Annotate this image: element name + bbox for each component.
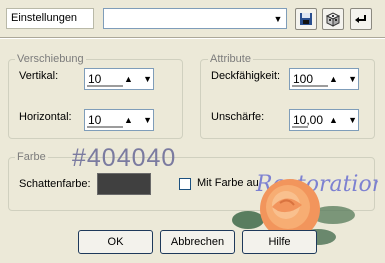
- floppy-disk-icon: [300, 13, 312, 25]
- help-button-label: Hilfe: [268, 236, 291, 248]
- dice-icon: [325, 12, 341, 27]
- attribute-group-title: Attribute: [208, 53, 253, 65]
- color-hex-overlay: #404040: [72, 144, 177, 172]
- spin-up-icon[interactable]: ▲: [124, 115, 133, 125]
- horizontal-spin-controls[interactable]: ▲ ▼: [124, 111, 152, 129]
- fill-color-checkbox[interactable]: [179, 178, 191, 190]
- horizontal-slider-bar[interactable]: [87, 126, 123, 128]
- spin-down-icon[interactable]: ▼: [348, 115, 357, 125]
- cancel-button[interactable]: Abbrechen: [160, 230, 235, 254]
- undo-arrow-icon: [355, 15, 366, 23]
- blur-slider-bar[interactable]: [292, 126, 308, 128]
- presets-button-label: Einstellungen: [11, 12, 78, 24]
- toolbar-divider-highlight: [0, 38, 385, 39]
- blur-value: 10,00: [293, 113, 324, 127]
- chevron-down-icon[interactable]: ▼: [270, 9, 286, 28]
- save-preset-button[interactable]: [295, 8, 317, 30]
- spin-up-icon[interactable]: ▲: [329, 115, 338, 125]
- spin-down-icon[interactable]: ▼: [348, 74, 357, 84]
- opacity-label: Deckfähigkeit:: [211, 70, 281, 82]
- color-group-title: Farbe: [15, 151, 48, 163]
- spin-down-icon[interactable]: ▼: [143, 74, 152, 84]
- vertical-label: Vertikal:: [19, 70, 59, 82]
- randomize-button[interactable]: [322, 8, 344, 30]
- spin-up-icon[interactable]: ▲: [124, 74, 133, 84]
- blur-spinner[interactable]: 10,00 ▲ ▼: [289, 109, 359, 131]
- blur-label: Unschärfe:: [211, 111, 265, 123]
- spin-up-icon[interactable]: ▲: [329, 74, 338, 84]
- opacity-value: 100: [293, 72, 314, 86]
- opacity-spin-controls[interactable]: ▲ ▼: [329, 70, 357, 88]
- presets-button[interactable]: Einstellungen: [6, 8, 94, 29]
- opacity-spinner[interactable]: 100 ▲ ▼: [289, 68, 359, 90]
- blur-spin-controls[interactable]: ▲ ▼: [329, 111, 357, 129]
- spin-down-icon[interactable]: ▼: [143, 115, 152, 125]
- vertical-spin-controls[interactable]: ▲ ▼: [124, 70, 152, 88]
- horizontal-value: 10: [88, 113, 102, 127]
- vertical-spinner[interactable]: 10 ▲ ▼: [84, 68, 154, 90]
- opacity-slider-bar[interactable]: [292, 85, 328, 87]
- help-button[interactable]: Hilfe: [242, 230, 317, 254]
- preset-combo[interactable]: ▼: [103, 8, 287, 29]
- shift-group-title: Verschiebung: [15, 53, 86, 65]
- vertical-value: 10: [88, 72, 102, 86]
- horizontal-spinner[interactable]: 10 ▲ ▼: [84, 109, 154, 131]
- horizontal-label: Horizontal:: [19, 111, 72, 123]
- reset-button[interactable]: [350, 8, 372, 30]
- vertical-slider-bar[interactable]: [87, 85, 123, 87]
- shadow-color-label: Schattenfarbe:: [19, 178, 91, 190]
- cancel-button-label: Abbrechen: [170, 236, 225, 248]
- ok-button[interactable]: OK: [78, 230, 153, 254]
- ok-button-label: OK: [107, 236, 124, 248]
- shadow-color-swatch[interactable]: [97, 173, 151, 195]
